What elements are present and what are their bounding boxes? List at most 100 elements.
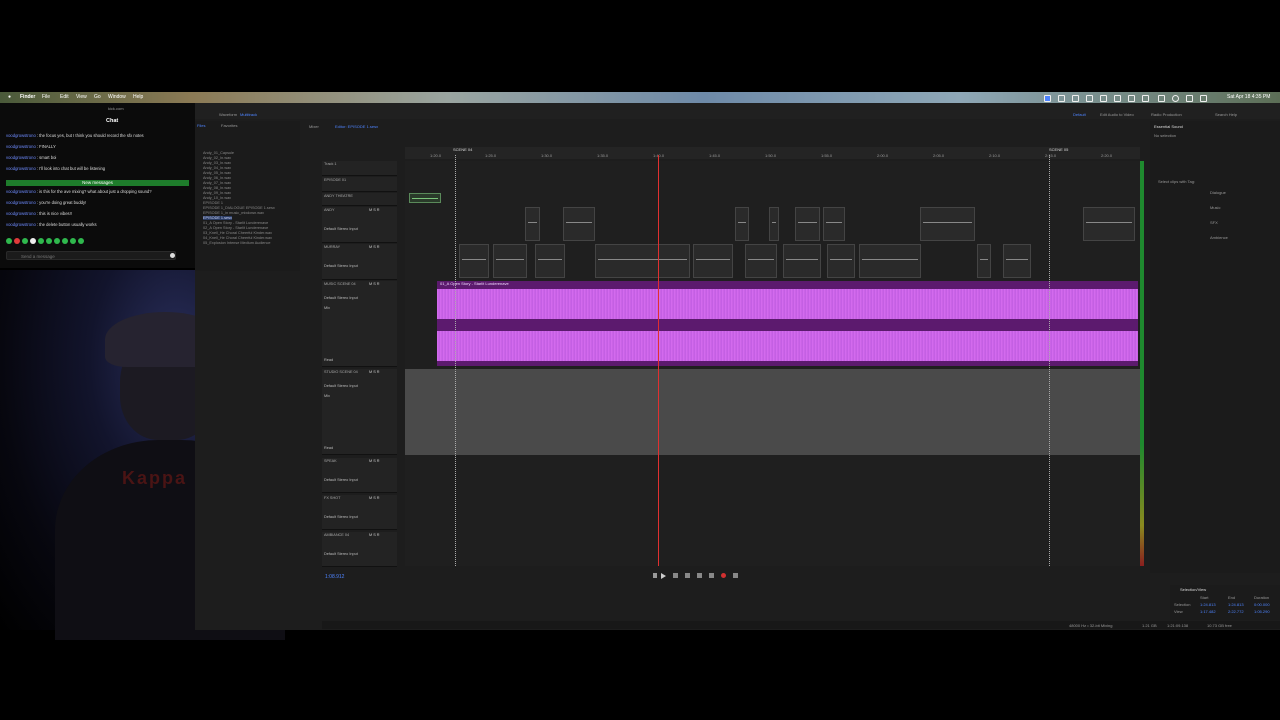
tab-multitrack[interactable]: Multitrack [240,112,257,117]
selection-end[interactable]: 1:24.813 [1228,602,1244,607]
emote-icon[interactable] [46,238,52,244]
file-item[interactable]: Andy_10_In.wav [203,196,231,200]
marker-scene-05[interactable]: SCENE 05 [1049,147,1068,152]
tag-music-button[interactable]: Music [1210,205,1220,210]
emote-icon[interactable] [78,238,84,244]
track-header[interactable]: AMBIANCE 04 M S R Default Stereo Input [322,532,397,567]
track-header[interactable]: MUSIC SCENE 04 M S R Default Stereo Input M… [322,281,397,367]
timeline-ruler[interactable]: 1:20.0 1:25.0 1:30.0 1:35.0 1:40.0 1:45.… [405,147,1140,159]
emote-icon[interactable] [54,238,60,244]
view-duration[interactable]: 1:05.290 [1254,609,1270,614]
audio-clip[interactable] [783,244,821,278]
screen-record-icon[interactable] [1044,95,1051,102]
loop-icon[interactable] [733,573,738,578]
file-item[interactable]: 05_Explosion Intense Medium Audience [203,241,271,245]
record-icon[interactable] [721,573,726,578]
chat-message-input[interactable]: Send a message [6,251,176,260]
tag-ambience-button[interactable]: Ambience [1210,235,1228,240]
audio-clip[interactable] [525,207,540,241]
app-menu[interactable]: Finder [20,94,35,100]
view-end[interactable]: 2:22.772 [1228,609,1244,614]
tray-icon[interactable] [1128,95,1135,102]
audio-clip[interactable] [409,193,441,203]
tab-editor[interactable]: Editor: EPISODE 1.sesx [335,124,378,129]
tab-files[interactable]: Files [197,123,205,128]
audio-clip[interactable] [735,207,749,241]
track-header[interactable]: ANDY THEATRE [322,193,397,206]
playhead[interactable] [658,155,659,566]
workspace-edit-audio-to-video[interactable]: Edit Audio to Video [1100,112,1134,117]
emote-icon[interactable] [30,238,36,244]
tray-icon[interactable] [1058,95,1065,102]
selection-duration[interactable]: 0:00.000 [1254,602,1270,607]
tab-favorites[interactable]: Favorites [221,123,237,128]
emote-icon[interactable] [70,238,76,244]
wifi-icon[interactable] [1172,95,1179,102]
selection-start[interactable]: 1:24.813 [1200,602,1216,607]
audio-clip[interactable] [693,244,733,278]
file-item[interactable]: Andy_04_In.wav [203,166,231,170]
tab-waveform[interactable]: Waveform [219,112,237,117]
audio-clip[interactable] [1003,244,1031,278]
audio-clip[interactable] [795,207,820,241]
emote-icon[interactable] [62,238,68,244]
view-start[interactable]: 1:17.482 [1200,609,1216,614]
file-item[interactable]: 03_Knell_He Choral Cheerful Kinder.wav [203,231,272,235]
timecode-display[interactable]: 1:08.912 [325,574,344,580]
tag-sfx-button[interactable]: SFX [1210,220,1218,225]
file-item[interactable]: Andy_09_In.wav [203,191,231,195]
file-item[interactable]: 04_Knell_He Choral Cheerful Kinder.wav [203,236,272,240]
menu-edit[interactable]: Edit [60,94,69,100]
control-center-icon[interactable] [1200,95,1207,102]
file-item[interactable]: EPISODE 1_in music_mixdown.wav [203,211,264,215]
rewind-icon[interactable] [685,573,690,578]
track-header[interactable]: SPEAK M S R Default Stereo Input [322,458,397,493]
menu-window[interactable]: Window [108,94,126,100]
file-item[interactable]: Andy_08_In.wav [203,186,231,190]
tag-dialogue-button[interactable]: Dialogue [1210,190,1226,195]
emote-icon[interactable] [22,238,28,244]
menu-view[interactable]: View [76,94,87,100]
music-clip[interactable]: 01_A Open Story - Starlit Lunderenave [437,281,1138,366]
battery-icon[interactable] [1158,95,1165,102]
audio-clip[interactable] [769,207,779,241]
file-item[interactable]: Andy_06_In.wav [203,176,231,180]
track-header[interactable]: ANDY M S R Default Stereo Input [322,207,397,243]
audio-clip[interactable] [595,244,690,278]
audio-clip[interactable] [1083,207,1135,241]
audio-clip[interactable] [827,244,855,278]
tray-icon[interactable] [1100,95,1107,102]
tray-icon[interactable] [1086,95,1093,102]
track-header[interactable]: FX SHOT M S R Default Stereo Input [322,495,397,530]
search-icon[interactable] [1186,95,1193,102]
workspace-radio-production[interactable]: Radio Production [1151,112,1182,117]
workspace-default[interactable]: Default [1073,112,1086,117]
file-item-selected[interactable]: EPISODE 1.sesx [203,216,232,220]
audio-clip[interactable] [823,207,845,241]
marker-scene-04[interactable]: SCENE 04 [453,147,472,152]
search-help-input[interactable]: Search Help [1215,112,1237,117]
audio-clip[interactable] [745,244,777,278]
emoji-picker-icon[interactable] [170,253,175,258]
tray-icon[interactable] [1114,95,1121,102]
file-item[interactable]: 02_A Open Story - Starlit Lunderenave [203,226,268,230]
audio-clip[interactable] [977,244,991,278]
stop-icon[interactable] [653,573,657,578]
audio-clip[interactable] [859,244,921,278]
apple-menu-icon[interactable]: ● [8,94,11,100]
play-icon[interactable] [661,573,666,579]
audio-clip[interactable] [459,244,489,278]
file-item[interactable]: EPISODE 1 [203,201,223,205]
file-item[interactable]: Andy_05_In.wav [203,171,231,175]
track-header[interactable]: MURRAY M S R Default Stereo Input [322,244,397,280]
file-item[interactable]: EPISODE 1_DIALOGUE EPISODE 1.sesx [203,206,275,210]
empty-track-lane[interactable] [405,369,1140,455]
file-item[interactable]: Andy_07_In.wav [203,181,231,185]
skip-end-icon[interactable] [709,573,714,578]
file-item[interactable]: Andy_02_In.wav [203,156,231,160]
tray-icon[interactable] [1142,95,1149,102]
audio-clip[interactable] [493,244,527,278]
menu-file[interactable]: File [42,94,50,100]
file-item[interactable]: Andy_03_In.wav [203,161,231,165]
emote-icon[interactable] [38,238,44,244]
